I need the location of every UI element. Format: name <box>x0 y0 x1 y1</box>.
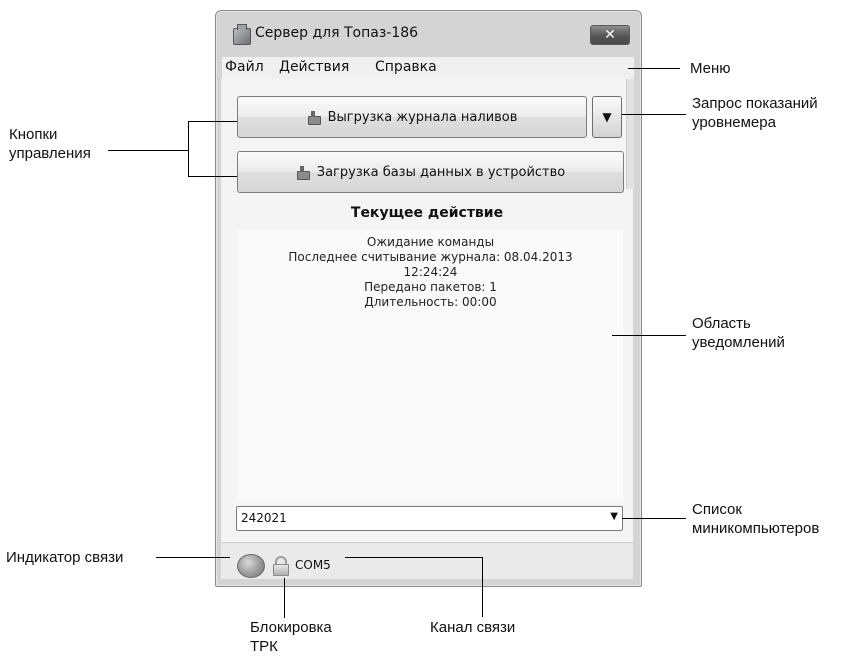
notif-line-3: 12:24:24 <box>403 265 458 279</box>
menu-callout-label: Меню <box>690 60 731 77</box>
channel-callout-line-v <box>482 557 483 617</box>
channel-callout: Канал связи <box>430 619 516 636</box>
notification-area: Ожидание команды Последнее считывание жу… <box>238 230 623 501</box>
minicomputer-selected: 242021 <box>241 511 287 525</box>
minicomputer-callout-line <box>622 518 686 519</box>
chevron-down-icon: ▼ <box>610 511 618 522</box>
trk-lock-callout-line <box>284 578 285 618</box>
notif-line-5: Длительность: 00:00 <box>364 295 497 309</box>
control-buttons-bracket-bottom <box>188 176 237 177</box>
menu-bar: Файл Действия Справка <box>222 57 634 80</box>
level-query-callout-line-1: Запрос показаний <box>692 95 818 112</box>
minicomputer-callout-line-2: миникомпьютеров <box>692 520 820 537</box>
menu-help[interactable]: Справка <box>375 59 437 75</box>
notification-callout-line-1: Область <box>692 315 751 332</box>
download-icon <box>307 110 321 125</box>
trk-lock-callout-line-2: ТРК <box>250 638 278 655</box>
load-database-button[interactable]: Загрузка базы данных в устройство <box>237 151 624 193</box>
load-database-label: Загрузка базы данных в устройство <box>316 164 566 180</box>
app-icon <box>233 24 251 45</box>
trk-lock-callout: Блокировка ТРК <box>250 618 332 656</box>
link-indicator-icon <box>237 554 265 578</box>
notification-callout: Область уведомлений <box>692 314 785 352</box>
export-journal-label: Выгрузка журнала наливов <box>327 109 518 125</box>
channel-callout-line-h <box>345 557 482 558</box>
trk-lock-callout-line-1: Блокировка <box>250 619 332 636</box>
upload-icon <box>296 165 310 180</box>
title-bar[interactable]: Сервер для Топаз-186 ✕ <box>216 11 641 57</box>
scrollbar-strip[interactable] <box>626 79 634 189</box>
current-action-title: Текущее действие <box>350 205 504 221</box>
menu-actions[interactable]: Действия <box>279 59 349 75</box>
lock-icon[interactable] <box>273 556 289 576</box>
link-indicator-callout: Индикатор связи <box>6 549 124 566</box>
level-query-callout: Запрос показаний уровнемера <box>692 94 818 132</box>
notification-callout-line-2: уведомлений <box>692 334 785 351</box>
minicomputer-callout: Список миникомпьютеров <box>692 500 819 538</box>
notif-line-2: Последнее считывание журнала: 08.04.2013 <box>288 250 573 264</box>
control-buttons-callout-line-1: Кнопки <box>9 126 58 143</box>
control-buttons-bracket <box>188 121 189 176</box>
control-buttons-callout-line <box>108 150 188 151</box>
notification-callout-line <box>612 335 686 336</box>
control-buttons-callout-line-2: управления <box>9 145 91 162</box>
close-button[interactable]: ✕ <box>590 25 630 45</box>
control-buttons-callout: Кнопки управления <box>9 125 91 163</box>
menu-file[interactable]: Файл <box>225 59 264 75</box>
notif-line-1: Ожидание команды <box>366 235 495 249</box>
export-journal-button[interactable]: Выгрузка журнала наливов <box>237 96 587 138</box>
channel-label: COM5 <box>295 558 331 572</box>
minicomputer-select[interactable]: 242021 ▼ <box>236 506 623 531</box>
link-indicator-callout-line <box>156 557 230 558</box>
minicomputer-callout-line-1: Список <box>692 501 742 518</box>
notif-line-4: Передано пакетов: 1 <box>364 280 497 294</box>
level-query-callout-line-2: уровнемера <box>692 114 776 131</box>
level-query-dropdown-button[interactable]: ▼ <box>592 96 622 138</box>
status-bar: COM5 <box>221 542 633 579</box>
control-buttons-bracket-top <box>188 121 237 122</box>
window-title: Сервер для Топаз-186 <box>255 25 419 41</box>
level-query-callout-line <box>622 114 686 115</box>
menu-callout-line <box>628 68 680 69</box>
